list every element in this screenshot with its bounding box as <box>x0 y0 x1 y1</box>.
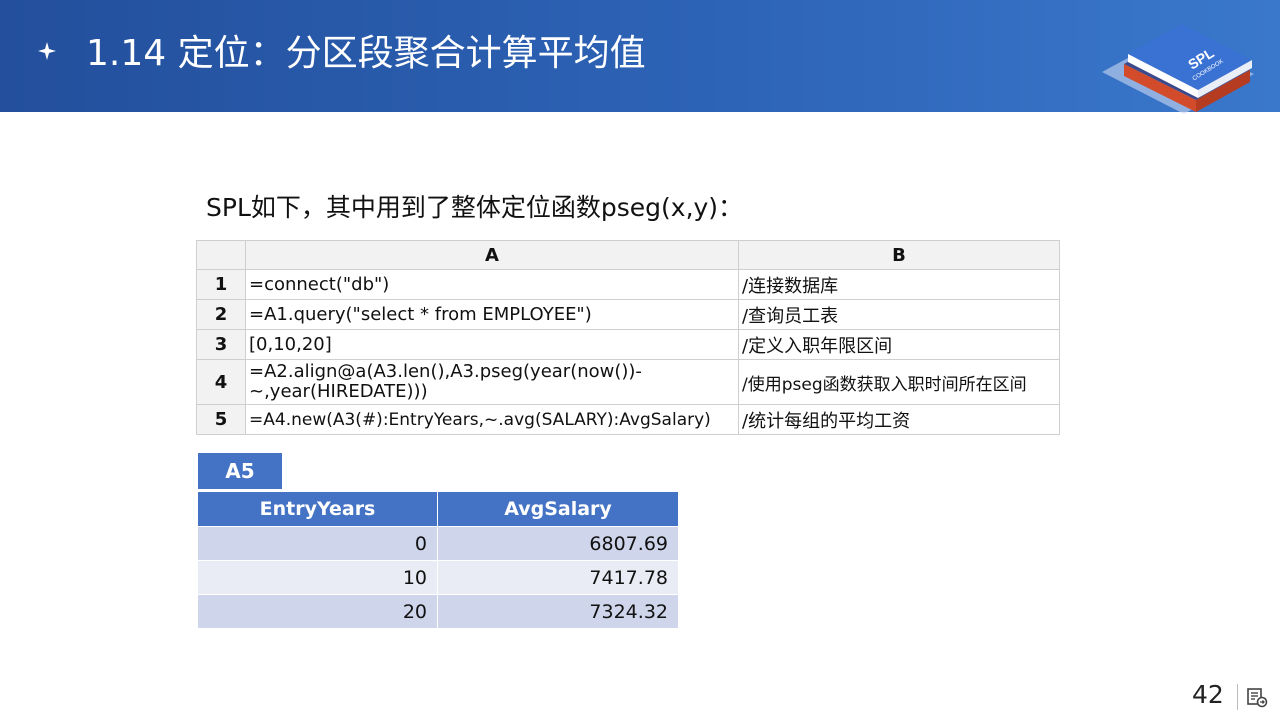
result-cell: 7324.32 <box>437 594 679 629</box>
grid-row-number[interactable]: 2 <box>196 299 246 330</box>
spl-code-grid: A B 1 =connect("db") /连接数据库 2 =A1.query(… <box>196 240 1060 435</box>
grid-row: 5 =A4.new(A3(#):EntryYears,~.avg(SALARY)… <box>196 404 1060 435</box>
footer-divider <box>1237 684 1238 710</box>
table-row: 20 7324.32 <box>197 594 679 629</box>
grid-row-number[interactable]: 1 <box>196 269 246 300</box>
result-cell: 10 <box>197 560 438 595</box>
grid-cell-b1[interactable]: /连接数据库 <box>738 269 1060 300</box>
result-header-avgsalary: AvgSalary <box>437 491 679 527</box>
grid-cell-a5[interactable]: =A4.new(A3(#):EntryYears,~.avg(SALARY):A… <box>245 404 739 435</box>
grid-row-number[interactable]: 3 <box>196 329 246 360</box>
grid-row: 4 =A2.align@a(A3.len(),A3.pseg(year(now(… <box>196 359 1060 405</box>
title-bar: 1.14 定位：分区段聚合计算平均值 SPL COOKBOOK <box>0 0 1280 114</box>
grid-row: 3 [0,10,20] /定义入职年限区间 <box>196 329 1060 360</box>
grid-cell-a1[interactable]: =connect("db") <box>245 269 739 300</box>
result-cell: 0 <box>197 526 438 561</box>
grid-row-number[interactable]: 5 <box>196 404 246 435</box>
spl-cookbook-logo: SPL COOKBOOK <box>1102 24 1254 114</box>
grid-cell-b2[interactable]: /查询员工表 <box>738 299 1060 330</box>
result-cell-label: A5 <box>198 453 282 489</box>
grid-cell-a4[interactable]: =A2.align@a(A3.len(),A3.pseg(year(now())… <box>245 359 739 405</box>
grid-row-number[interactable]: 4 <box>196 359 246 405</box>
result-table: EntryYears AvgSalary 0 6807.69 10 7417.7… <box>197 491 679 629</box>
result-cell: 7417.78 <box>437 560 679 595</box>
grid-cell-b3[interactable]: /定义入职年限区间 <box>738 329 1060 360</box>
grid-corner <box>196 240 246 270</box>
grid-row: 1 =connect("db") /连接数据库 <box>196 269 1060 300</box>
grid-col-header-a[interactable]: A <box>245 240 739 270</box>
table-row: 0 6807.69 <box>197 526 679 561</box>
result-cell: 6807.69 <box>437 526 679 561</box>
sparkle-icon <box>38 42 56 60</box>
page-number: 42 <box>1192 680 1224 709</box>
grid-cell-a2[interactable]: =A1.query("select * from EMPLOYEE") <box>245 299 739 330</box>
result-cell: 20 <box>197 594 438 629</box>
grid-cell-a3[interactable]: [0,10,20] <box>245 329 739 360</box>
grid-row: 2 =A1.query("select * from EMPLOYEE") /查… <box>196 299 1060 330</box>
intro-text: SPL如下，其中用到了整体定位函数pseg(x,y)： <box>206 193 744 222</box>
grid-col-header-b[interactable]: B <box>738 240 1060 270</box>
slide-title: 1.14 定位：分区段聚合计算平均值 <box>86 33 646 74</box>
grid-cell-b5[interactable]: /统计每组的平均工资 <box>738 404 1060 435</box>
slide-nav-icon[interactable] <box>1246 686 1268 708</box>
table-row: 10 7417.78 <box>197 560 679 595</box>
grid-cell-b4[interactable]: /使用pseg函数获取入职时间所在区间 <box>738 359 1060 405</box>
result-header-entryyears: EntryYears <box>197 491 438 527</box>
